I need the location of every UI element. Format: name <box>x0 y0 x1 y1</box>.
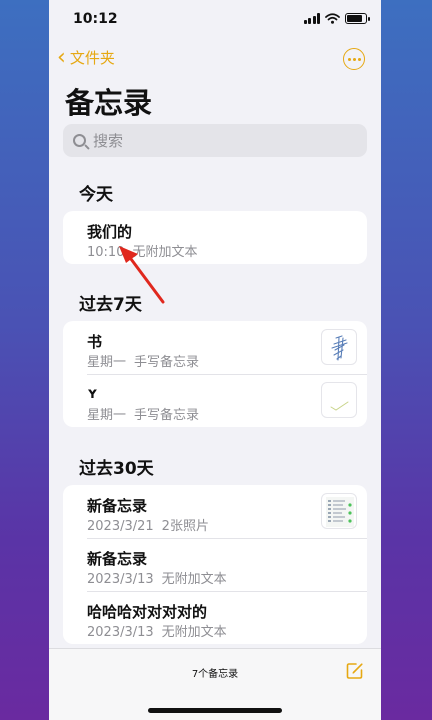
note-date: 10:10 <box>87 245 125 260</box>
note-item[interactable]: 书 星期一 手写备忘录 <box>63 321 367 374</box>
more-options-icon[interactable] <box>343 48 365 70</box>
note-title: 书 <box>87 333 103 351</box>
chevron-left-icon: ‹ <box>57 44 66 70</box>
notes-group-today: 我们的 10:10 无附加文本 <box>63 211 367 264</box>
section-title-past-7-days: 过去7天 <box>79 295 142 315</box>
note-meta: 2023/3/13 无附加文本 <box>87 568 227 587</box>
compose-note-icon[interactable] <box>345 661 365 681</box>
photo-thumbnail-icon <box>321 493 357 529</box>
note-item[interactable]: 我们的 10:10 无附加文本 <box>63 211 367 264</box>
note-meta: 2023/3/13 无附加文本 <box>87 621 227 640</box>
handwriting-thumbnail-icon <box>321 382 357 418</box>
status-bar: 10:12 <box>49 0 381 40</box>
note-title: 我们的 <box>87 223 133 241</box>
note-meta: 10:10 无附加文本 <box>87 241 197 260</box>
note-item[interactable]: ʏ 星期一 手写备忘录 <box>63 374 367 427</box>
search-icon <box>73 134 86 147</box>
note-title: 哈哈哈对对对对的 <box>87 603 208 621</box>
note-title: 新备忘录 <box>87 550 148 568</box>
note-date: 星期一 <box>87 408 127 423</box>
note-date: 2023/3/13 <box>87 572 154 587</box>
home-indicator <box>148 708 282 713</box>
note-count: 7个备忘录 <box>191 669 239 680</box>
note-preview: 手写备忘录 <box>134 408 200 423</box>
note-meta: 星期一 手写备忘录 <box>87 404 199 423</box>
note-preview: 手写备忘录 <box>134 355 200 370</box>
notes-app-screen: 10:12 ‹ 文件夹 备忘录 搜索 今天 我们的 10:10 无附加文本 过去7… <box>49 0 381 720</box>
note-title: 新备忘录 <box>87 497 148 515</box>
note-item[interactable]: 哈哈哈对对对对的 2023/3/13 无附加文本 <box>63 591 367 644</box>
cellular-signal-icon <box>303 13 320 24</box>
status-time: 10:12 <box>73 11 118 27</box>
search-placeholder: 搜索 <box>93 132 124 150</box>
section-title-past-30-days: 过去30天 <box>79 459 154 479</box>
note-title: ʏ <box>87 384 98 402</box>
handwriting-thumbnail-icon <box>321 329 357 365</box>
note-item[interactable]: 新备忘录 2023/3/21 2张照片 <box>63 485 367 538</box>
wifi-icon <box>325 13 340 24</box>
section-title-today: 今天 <box>79 185 113 205</box>
status-icons <box>303 13 370 24</box>
back-to-folders-button[interactable]: ‹ 文件夹 <box>57 44 115 70</box>
notes-group-past-30-days: 新备忘录 2023/3/21 2张照片 新备忘录 2023/3/13 无附加文本 哈… <box>63 485 367 644</box>
note-date: 2023/3/21 <box>87 519 154 534</box>
note-preview: 无附加文本 <box>161 572 227 587</box>
battery-icon <box>345 13 370 24</box>
note-preview: 2张照片 <box>161 519 209 534</box>
note-date: 2023/3/13 <box>87 625 154 640</box>
notes-group-past-7-days: 书 星期一 手写备忘录 ʏ 星期一 手写备忘录 <box>63 321 367 427</box>
note-meta: 星期一 手写备忘录 <box>87 351 199 370</box>
note-preview: 无附加文本 <box>132 245 198 260</box>
page-title: 备忘录 <box>65 86 153 120</box>
note-date: 星期一 <box>87 355 127 370</box>
search-field[interactable]: 搜索 <box>63 124 367 157</box>
back-label: 文件夹 <box>69 49 115 67</box>
note-preview: 无附加文本 <box>161 625 227 640</box>
note-item[interactable]: 新备忘录 2023/3/13 无附加文本 <box>63 538 367 591</box>
note-meta: 2023/3/21 2张照片 <box>87 515 209 534</box>
